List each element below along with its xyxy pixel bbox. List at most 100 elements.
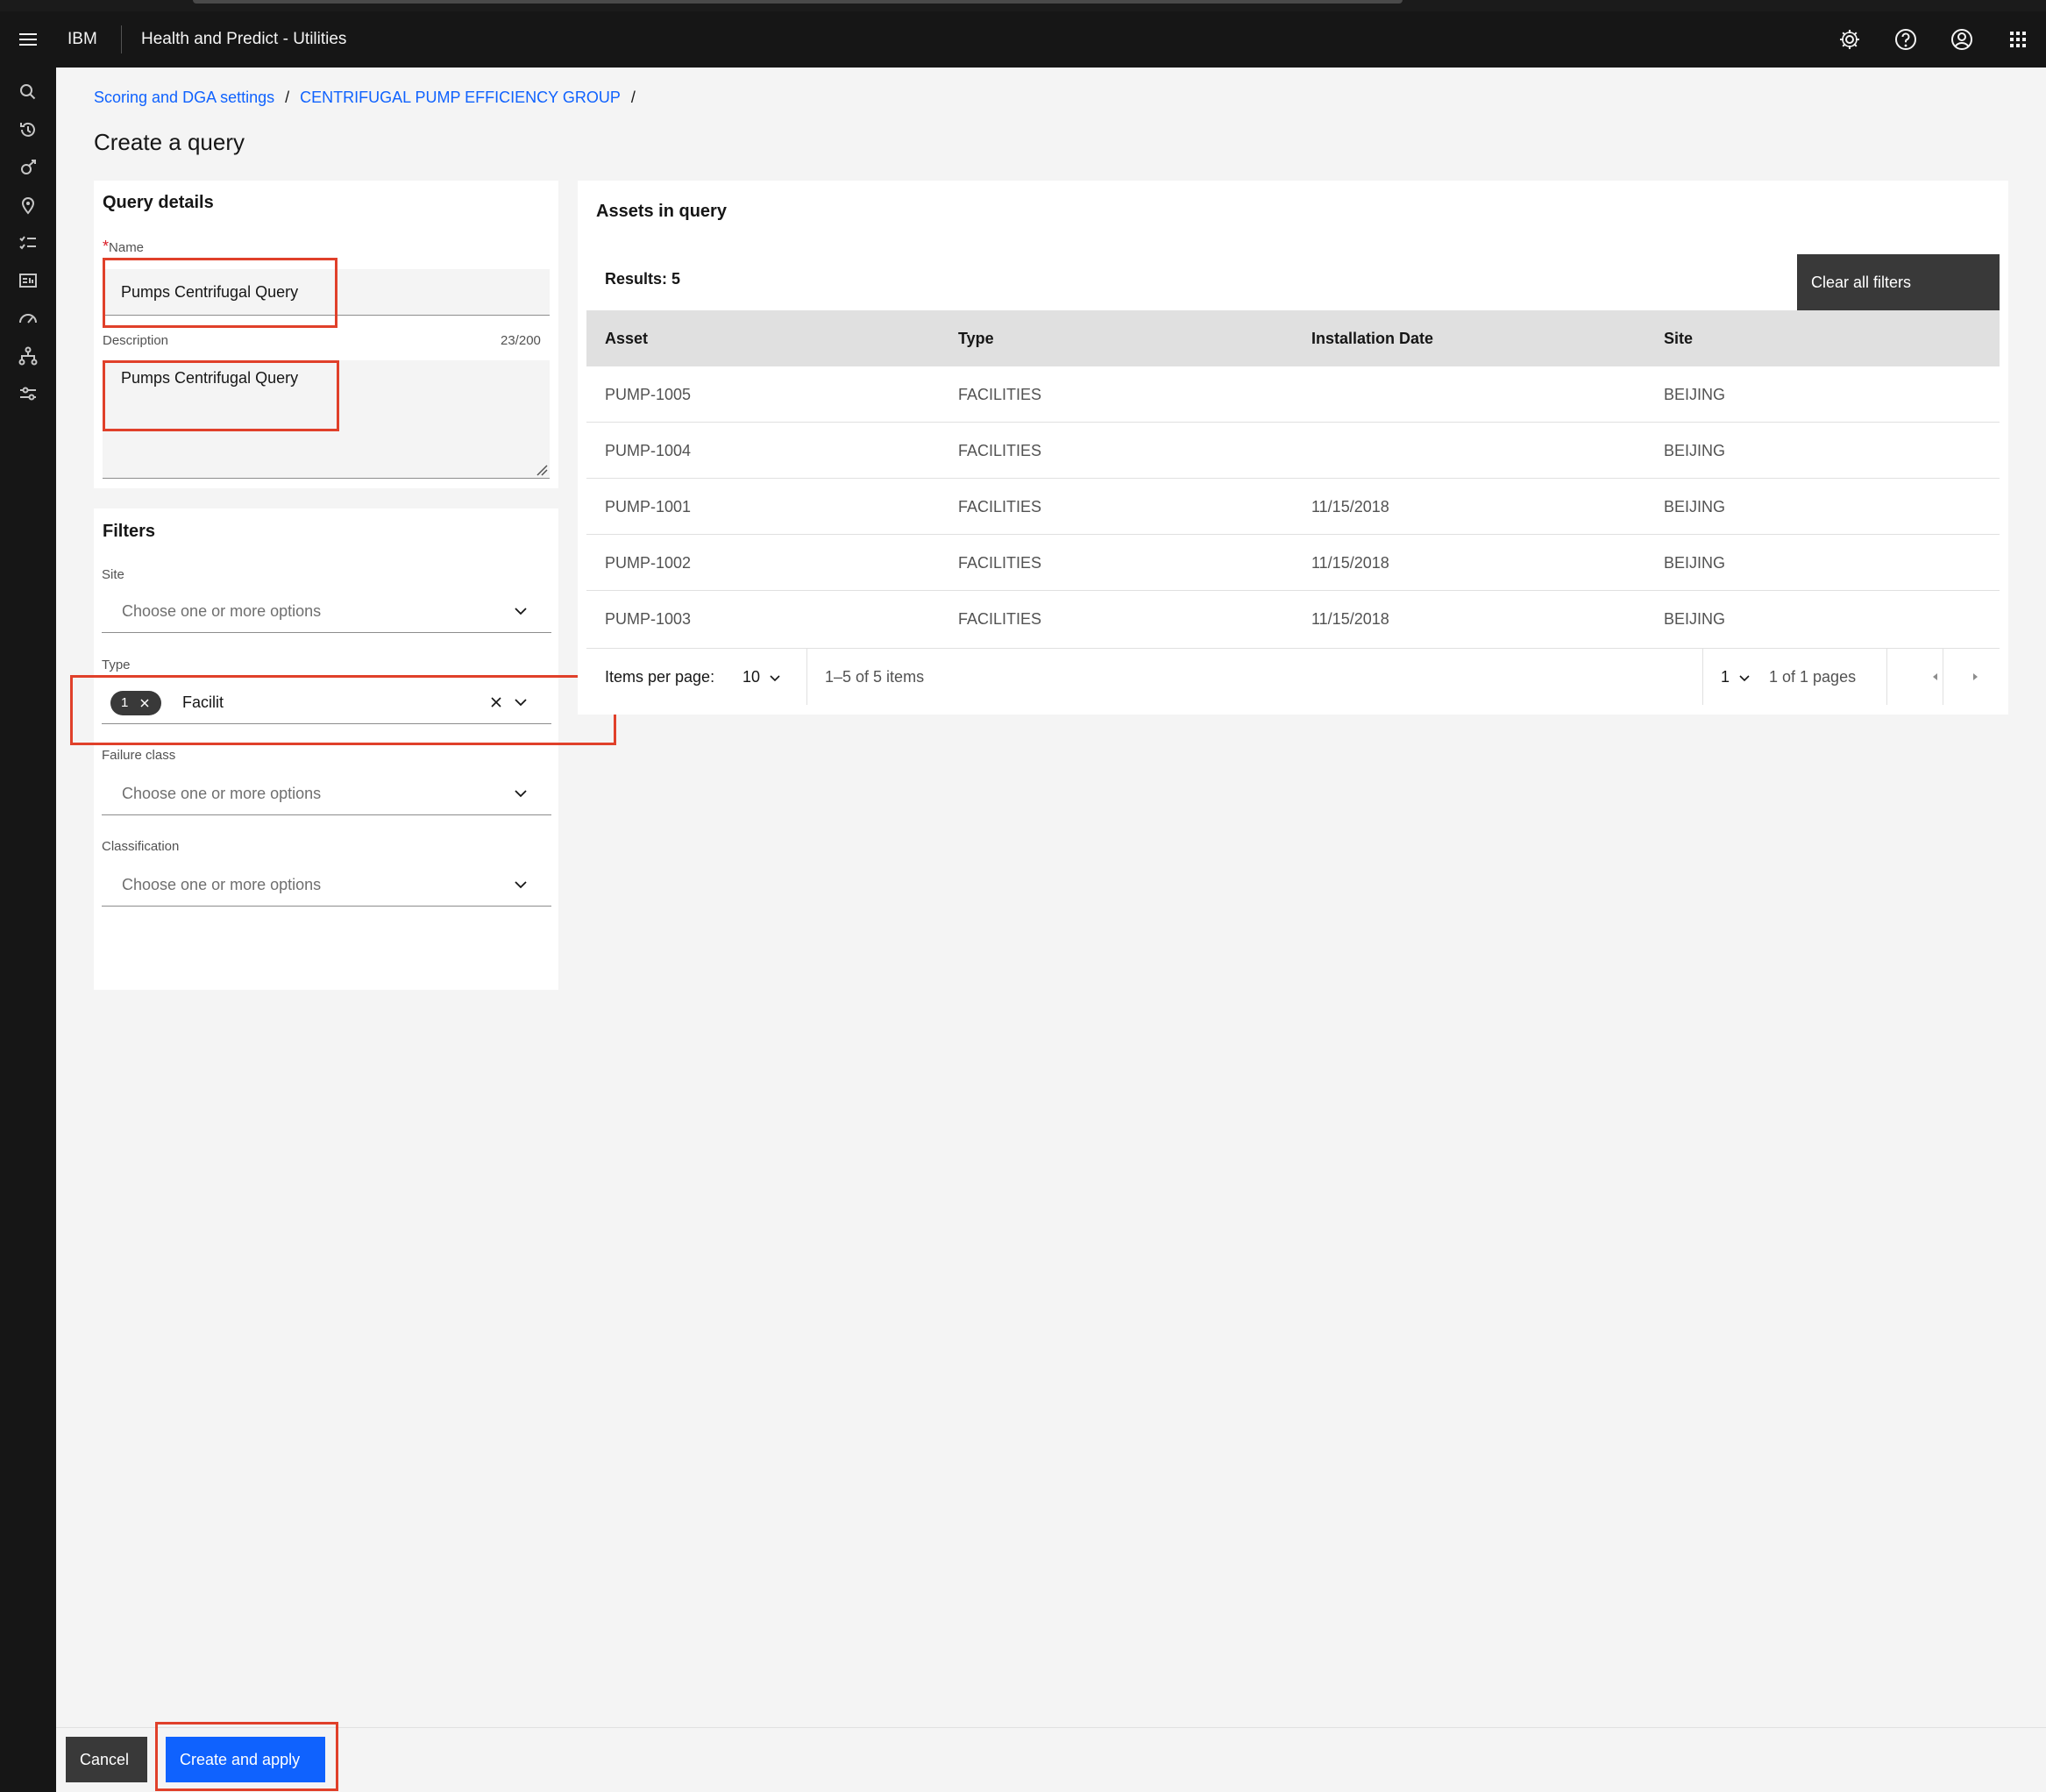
settings-sliders-icon[interactable] bbox=[16, 381, 40, 406]
breadcrumb-link-scoring[interactable]: Scoring and DGA settings bbox=[94, 89, 274, 106]
resize-handle-icon[interactable] bbox=[536, 464, 548, 476]
cell-site: BEIJING bbox=[1664, 610, 1726, 628]
asset-icon[interactable] bbox=[16, 155, 40, 180]
hierarchy-icon[interactable] bbox=[16, 344, 40, 368]
app-name[interactable]: Health and Predict - Utilities bbox=[141, 11, 346, 68]
table-row[interactable]: PUMP-1001 FACILITIES 11/15/2018 BEIJING bbox=[586, 479, 2000, 535]
breadcrumb-separator: / bbox=[285, 89, 290, 106]
brand-logo[interactable]: IBM bbox=[67, 11, 97, 68]
annotation-highlight-create bbox=[155, 1722, 338, 1791]
required-mark: * bbox=[103, 238, 110, 255]
hamburger-menu-icon[interactable] bbox=[16, 27, 40, 52]
description-label: Description bbox=[103, 333, 169, 348]
page-count: 1 of 1 pages bbox=[1769, 668, 1857, 686]
pagination-divider bbox=[1886, 649, 1887, 705]
table-row[interactable]: PUMP-1004 FACILITIES BEIJING bbox=[586, 423, 2000, 479]
page-select[interactable]: 1 bbox=[1721, 649, 1730, 705]
cancel-button[interactable]: Cancel bbox=[66, 1737, 147, 1782]
failure-class-dropdown[interactable]: Choose one or more options bbox=[102, 772, 551, 815]
query-details-card: Query details *Name Pumps Centrifugal Qu… bbox=[94, 181, 558, 488]
user-avatar-icon[interactable] bbox=[1948, 25, 1976, 53]
clear-all-filters-button[interactable]: Clear all filters bbox=[1797, 254, 2000, 310]
site-placeholder: Choose one or more options bbox=[122, 602, 322, 620]
cell-asset: PUMP-1005 bbox=[605, 386, 692, 403]
column-header-asset[interactable]: Asset bbox=[605, 310, 648, 366]
item-range: 1–5 of 5 items bbox=[825, 668, 925, 686]
table-row[interactable]: PUMP-1002 FACILITIES 11/15/2018 BEIJING bbox=[586, 535, 2000, 591]
cell-site: BEIJING bbox=[1664, 554, 1726, 572]
site-dropdown[interactable]: Choose one or more options bbox=[102, 589, 551, 633]
chevron-down-icon bbox=[515, 608, 527, 615]
history-icon[interactable] bbox=[16, 117, 40, 142]
search-icon[interactable] bbox=[16, 80, 40, 104]
classification-label: Classification bbox=[102, 839, 180, 854]
type-label: Type bbox=[102, 658, 131, 672]
failure-class-placeholder: Choose one or more options bbox=[122, 785, 322, 802]
items-per-page-label: Items per page: bbox=[605, 668, 715, 686]
main-content: Scoring and DGA settings / CENTRIFUGAL PUM… bbox=[56, 68, 2046, 1792]
failure-class-label: Failure class bbox=[102, 748, 176, 763]
cell-installation-date: 11/15/2018 bbox=[1311, 554, 1389, 572]
page-title: Create a query bbox=[94, 129, 245, 155]
column-header-installation-date[interactable]: Installation Date bbox=[1311, 310, 1433, 366]
location-icon[interactable] bbox=[16, 193, 40, 217]
cell-type: FACILITIES bbox=[958, 610, 1042, 628]
table-row[interactable]: PUMP-1005 FACILITIES BEIJING bbox=[586, 366, 2000, 423]
cell-asset: PUMP-1003 bbox=[605, 610, 692, 628]
previous-page-icon[interactable] bbox=[1930, 672, 1941, 682]
cell-type: FACILITIES bbox=[958, 498, 1042, 516]
name-label: *Name bbox=[103, 238, 144, 256]
pagination-divider bbox=[806, 649, 807, 705]
breadcrumb-link-group[interactable]: CENTRIFUGAL PUMP EFFICIENCY GROUP bbox=[300, 89, 621, 106]
column-header-site[interactable]: Site bbox=[1664, 310, 1693, 366]
site-label: Site bbox=[102, 567, 124, 582]
browser-scrollbar bbox=[193, 0, 1403, 4]
breadcrumb: Scoring and DGA settings / CENTRIFUGAL PUM… bbox=[94, 89, 646, 107]
help-icon[interactable] bbox=[1892, 25, 1920, 53]
gauge-icon[interactable] bbox=[16, 306, 40, 331]
chevron-down-icon bbox=[515, 790, 527, 798]
items-per-page-select[interactable]: 10 bbox=[742, 649, 760, 705]
filters-title: Filters bbox=[103, 522, 156, 541]
chevron-down-icon[interactable] bbox=[1737, 671, 1751, 685]
browser-top-strip bbox=[0, 0, 2046, 11]
table-header: Asset Type Installation Date Site bbox=[586, 310, 2000, 366]
settings-icon[interactable] bbox=[1836, 25, 1864, 53]
classification-placeholder: Choose one or more options bbox=[122, 876, 322, 893]
assets-title: Assets in query bbox=[596, 202, 727, 221]
checklist-icon[interactable] bbox=[16, 231, 40, 255]
action-footer: Cancel Create and apply bbox=[56, 1722, 2046, 1792]
pagination-bar: Items per page: 10 1–5 of 5 items 1 1 of… bbox=[586, 648, 2000, 705]
cell-site: BEIJING bbox=[1664, 498, 1726, 516]
cell-asset: PUMP-1004 bbox=[605, 442, 692, 459]
cell-asset: PUMP-1001 bbox=[605, 498, 692, 516]
annotation-highlight-name bbox=[103, 258, 337, 328]
next-page-icon[interactable] bbox=[1970, 672, 1980, 682]
cell-site: BEIJING bbox=[1664, 442, 1726, 459]
app-header: IBM Health and Predict - Utilities bbox=[0, 11, 2046, 68]
name-label-text: Name bbox=[109, 240, 145, 255]
cell-asset: PUMP-1002 bbox=[605, 554, 692, 572]
table-row[interactable]: PUMP-1003 FACILITIES 11/15/2018 BEIJING bbox=[586, 591, 2000, 647]
cell-installation-date: 11/15/2018 bbox=[1311, 610, 1389, 628]
chevron-down-icon bbox=[515, 881, 527, 889]
pagination-divider bbox=[1702, 649, 1703, 705]
cell-installation-date: 11/15/2018 bbox=[1311, 498, 1389, 516]
annotation-highlight-description bbox=[103, 360, 339, 431]
app-switcher-icon[interactable] bbox=[2004, 25, 2032, 53]
header-divider bbox=[121, 25, 122, 53]
column-header-type[interactable]: Type bbox=[958, 310, 994, 366]
description-counter: 23/200 bbox=[501, 333, 541, 348]
dashboard-icon[interactable] bbox=[16, 268, 40, 293]
results-count: Results: 5 bbox=[605, 270, 681, 288]
chevron-down-icon[interactable] bbox=[768, 671, 782, 685]
cell-site: BEIJING bbox=[1664, 386, 1726, 403]
classification-dropdown[interactable]: Choose one or more options bbox=[102, 863, 551, 907]
breadcrumb-separator: / bbox=[630, 89, 636, 106]
cell-type: FACILITIES bbox=[958, 442, 1042, 459]
query-details-title: Query details bbox=[103, 193, 214, 212]
annotation-highlight-type bbox=[70, 675, 616, 745]
cell-type: FACILITIES bbox=[958, 386, 1042, 403]
assets-card: Assets in query Results: 5 Clear all fil… bbox=[578, 181, 2008, 715]
cell-type: FACILITIES bbox=[958, 554, 1042, 572]
